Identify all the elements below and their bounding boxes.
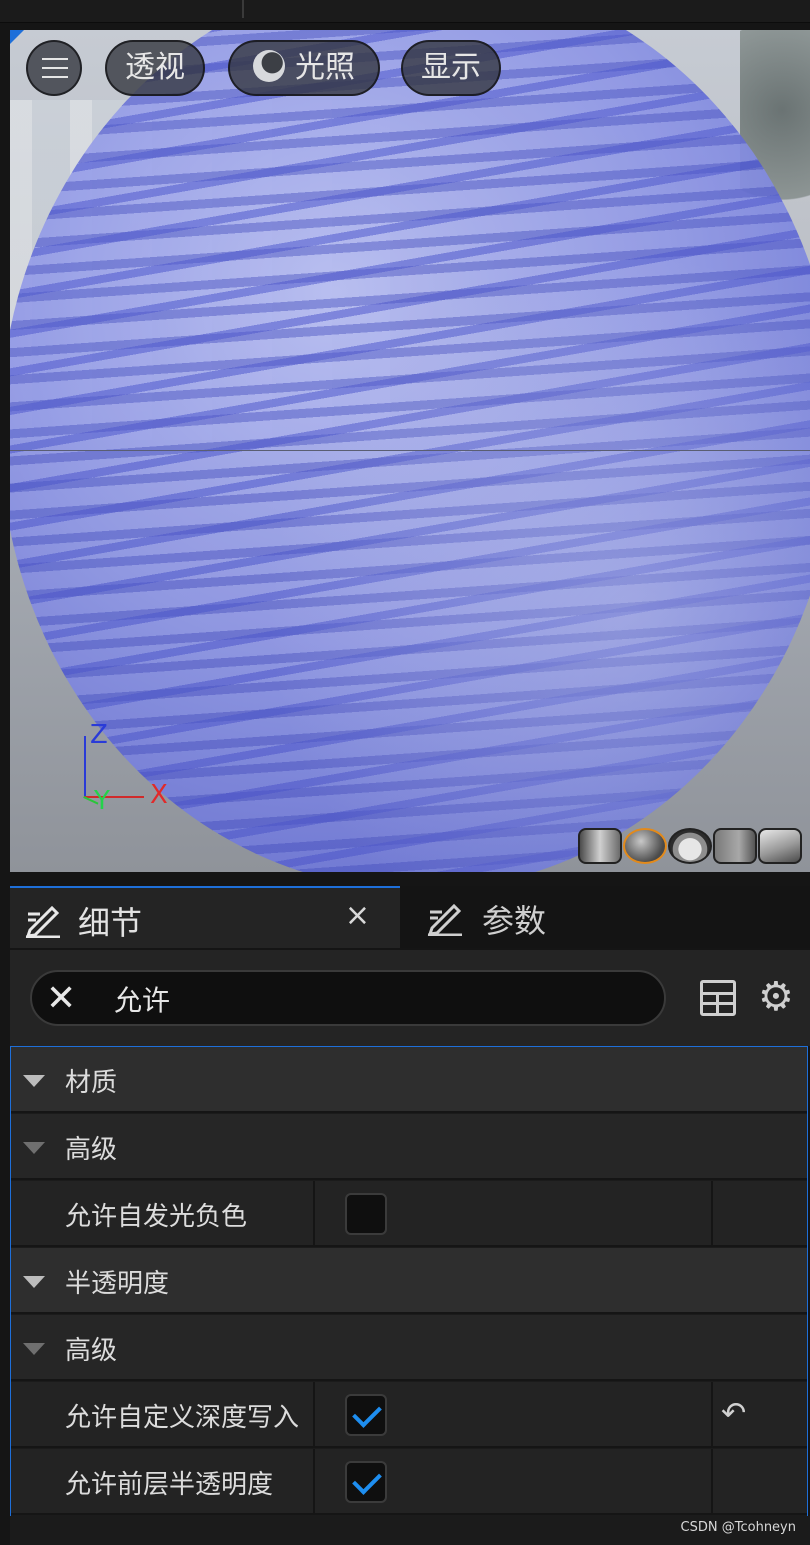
cube-icon[interactable] [713,828,757,864]
property-label: 允许自定义深度写入 [65,1403,300,1433]
viewport-menu-button[interactable] [26,40,82,96]
axis-z-label: Z [90,720,108,750]
horizon-line [10,450,810,451]
checkbox-checked[interactable] [345,1461,387,1503]
viewport-focus-corner [10,30,24,44]
axis-x-line [84,796,144,798]
search-box[interactable]: ✕ [30,970,666,1026]
tab-parameters[interactable]: 参数 [402,886,810,948]
column-divider [711,1382,713,1448]
show-label: 显示 [421,50,481,85]
search-row: ✕ ⚙ [10,950,810,1046]
panel-tabs: 细节 × 参数 [10,886,810,948]
gear-icon[interactable]: ⚙ [758,974,794,1020]
search-input[interactable] [112,976,636,1022]
perspective-label: 透视 [125,50,185,85]
category-row[interactable]: 材质 [11,1047,807,1113]
checkbox-checked[interactable] [345,1394,387,1436]
axis-z-line [84,736,86,796]
property-label: 允许前层半透明度 [65,1470,274,1500]
axis-gizmo: Z X Y [80,720,200,840]
subcategory-row[interactable]: 高级 [11,1114,807,1180]
property-row: 允许自定义深度写入 ↶ [11,1382,807,1448]
close-icon[interactable]: × [345,898,370,933]
property-label: 允许自发光负色 [65,1202,248,1232]
edit-icon [25,905,60,938]
column-divider [711,1449,713,1515]
perspective-button[interactable]: 透视 [105,40,205,96]
column-divider [313,1449,315,1515]
property-row: 允许自发光负色 [11,1181,807,1247]
column-divider [313,1181,315,1247]
lighting-label: 光照 [295,50,355,85]
cylinder-icon[interactable] [578,828,622,864]
clear-search-icon[interactable]: ✕ [46,978,76,1019]
column-divider [711,1181,713,1247]
preview-shape-selector [577,828,802,866]
tab-details-label: 细节 [78,904,143,942]
tab-details[interactable]: 细节 × [10,886,400,948]
axis-x-label: X [150,780,168,810]
checkmark-icon [352,1398,382,1428]
subcategory-label: 高级 [65,1336,118,1366]
category-label: 半透明度 [65,1269,170,1299]
top-toolbar-strip [0,0,810,23]
property-matrix-icon[interactable] [700,980,736,1016]
collapse-arrow-icon[interactable] [23,1343,45,1355]
checkbox-unchecked[interactable] [345,1193,387,1235]
panel-footer: CSDN @Tcohneyn [10,1516,810,1545]
lighting-button[interactable]: 光照 [228,40,380,96]
show-button[interactable]: 显示 [401,40,501,96]
tab-parameters-label: 参数 [482,902,547,940]
plane-icon[interactable] [668,828,712,864]
lit-sphere-icon [253,49,285,82]
category-row[interactable]: 半透明度 [11,1248,807,1314]
column-divider [313,1382,315,1448]
watermark-text: CSDN @Tcohneyn [680,1520,796,1535]
toolbar-separator [242,0,244,18]
sphere-icon[interactable] [623,828,667,864]
collapse-arrow-icon[interactable] [23,1142,45,1154]
teapot-icon[interactable] [758,828,802,864]
category-label: 材质 [65,1068,118,1098]
axis-y-label: Y [94,786,110,816]
collapse-arrow-icon[interactable] [23,1075,45,1087]
hamburger-icon [42,58,68,78]
property-row: 允许前层半透明度 [11,1449,807,1515]
checkmark-icon [352,1465,382,1495]
collapse-arrow-icon[interactable] [23,1276,45,1288]
material-preview-viewport[interactable]: 透视 光照 显示 Z X Y [10,30,810,872]
details-panel: 材质 高级 允许自发光负色 半透明度 高级 允许自定义深度写入 ↶ 允许前层半透… [10,1046,808,1518]
subcategory-row[interactable]: 高级 [11,1315,807,1381]
edit-icon [427,903,462,936]
subcategory-label: 高级 [65,1135,118,1165]
reset-to-default-icon[interactable]: ↶ [721,1396,746,1431]
